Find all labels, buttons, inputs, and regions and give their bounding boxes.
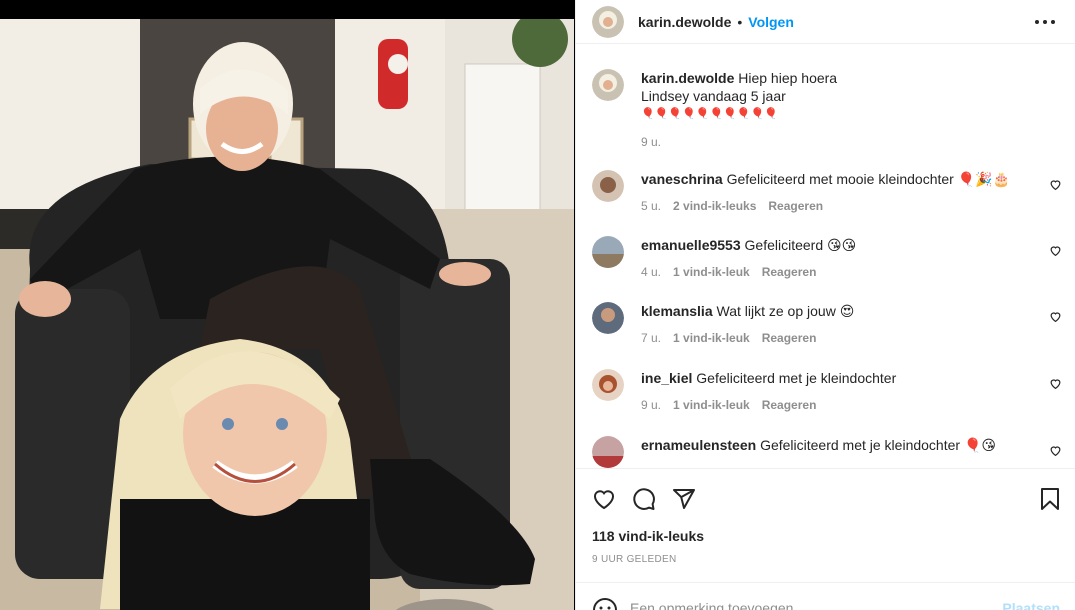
comments-list[interactable]: karin.dewolde Hiep hiep hoera Lindsey va… <box>576 52 1075 468</box>
heart-icon[interactable] <box>592 487 616 511</box>
avatar[interactable] <box>592 369 624 401</box>
post-sidebar: karin.dewolde • Volgen karin.dewolde Hie… <box>575 0 1075 610</box>
share-icon[interactable] <box>672 487 696 511</box>
comment-likes[interactable]: 2 vind-ik-leuks <box>673 197 756 215</box>
caption-time: 9 u. <box>641 135 662 149</box>
comment-time: 4 u. <box>641 265 662 279</box>
reply-button[interactable]: Reageren <box>762 263 817 281</box>
post-photo[interactable] <box>0 19 574 610</box>
bookmark-icon[interactable] <box>1038 487 1062 511</box>
posted-time: 9 UUR GELEDEN <box>592 554 677 565</box>
separator-dot: • <box>737 13 743 30</box>
like-count[interactable]: 118 vind-ik-leuks <box>592 528 704 544</box>
caption-line: Lindsey vandaag 5 jaar <box>641 88 786 104</box>
comment-text: Wat lijkt ze op jouw 😍 <box>716 303 855 319</box>
comment-text: Gefeliciteerd met je kleindochter <box>696 370 897 386</box>
comment-likes[interactable]: 1 vind-ik-leuk <box>673 396 750 414</box>
comment-time: 7 u. <box>641 331 662 345</box>
emoji-icon[interactable] <box>592 597 618 610</box>
avatar[interactable] <box>592 69 624 101</box>
avatar[interactable] <box>592 436 624 468</box>
comment-username[interactable]: emanuelle9553 <box>641 237 741 253</box>
comment-likes[interactable]: 1 vind-ik-leuk <box>673 329 750 347</box>
caption-text: Hiep hiep hoera <box>738 70 838 86</box>
follow-button[interactable]: Volgen <box>748 14 794 30</box>
post-comment-button[interactable]: Plaatsen <box>1002 600 1060 610</box>
reply-button[interactable]: Reageren <box>768 197 823 215</box>
heart-icon[interactable] <box>1049 178 1062 191</box>
photo-illustration <box>0 19 574 610</box>
comment-username[interactable]: ernameulensteen <box>641 437 756 453</box>
comment-username[interactable]: ine_kiel <box>641 370 692 386</box>
avatar[interactable] <box>592 170 624 202</box>
caption-emoji-line: 🎈🎈🎈🎈🎈🎈🎈🎈🎈🎈 <box>641 108 778 120</box>
heart-icon[interactable] <box>1049 310 1062 323</box>
heart-icon[interactable] <box>1049 444 1062 457</box>
comment-text: Gefeliciteerd 😘😘 <box>744 237 857 253</box>
heart-icon[interactable] <box>1049 377 1062 390</box>
reply-button[interactable]: Reageren <box>762 396 817 414</box>
comment-username[interactable]: vaneschrina <box>641 171 723 187</box>
heart-icon[interactable] <box>1049 244 1062 257</box>
reply-button[interactable]: Reageren <box>762 329 817 347</box>
comment-username[interactable]: klemanslia <box>641 303 713 319</box>
comment-likes[interactable]: 1 vind-ik-leuk <box>673 263 750 281</box>
post-header: karin.dewolde • Volgen <box>576 0 1075 44</box>
add-comment-bar: Plaatsen <box>576 582 1075 610</box>
comment-icon[interactable] <box>632 487 656 511</box>
comment-time: 5 u. <box>641 199 662 213</box>
caption-username[interactable]: karin.dewolde <box>641 70 734 86</box>
more-options-icon[interactable] <box>1034 12 1056 32</box>
comment-text: Gefeliciteerd met mooie kleindochter 🎈🎉🎂 <box>726 171 1011 187</box>
avatar[interactable] <box>592 302 624 334</box>
avatar[interactable] <box>592 236 624 268</box>
comment-text: Gefeliciteerd met je kleindochter 🎈😘 <box>760 437 996 453</box>
post-author-username[interactable]: karin.dewolde <box>638 14 731 30</box>
avatar[interactable] <box>592 5 624 38</box>
post-actions: 118 vind-ik-leuks 9 UUR GELEDEN Plaatsen <box>576 468 1075 610</box>
comment-time: 9 u. <box>641 398 662 412</box>
comment-input[interactable] <box>630 600 970 610</box>
